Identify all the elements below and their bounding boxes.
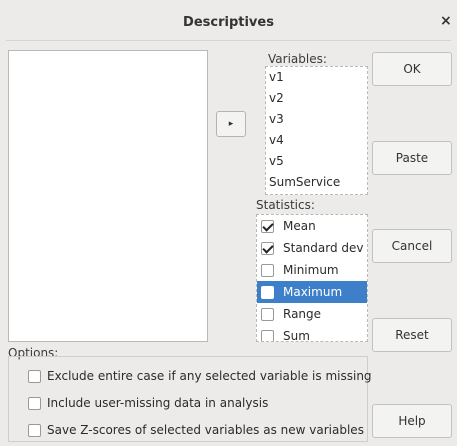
include-user-missing-checkbox[interactable] <box>28 396 41 410</box>
option-exclude-entire-case[interactable]: Exclude entire case if any selected vari… <box>28 369 372 383</box>
statistic-label: Sum <box>283 329 310 342</box>
variable-item-v4[interactable]: v4 <box>266 130 367 151</box>
sum-checkbox[interactable] <box>261 329 274 341</box>
variables-list[interactable]: v1 v2 v3 v4 v5 SumService <box>265 66 368 195</box>
variable-item-v2[interactable]: v2 <box>266 88 367 109</box>
move-to-variables-button[interactable]: ▸ <box>216 111 246 137</box>
title-separator <box>6 40 451 41</box>
variable-item-v1[interactable]: v1 <box>266 67 367 88</box>
statistic-item-minimum[interactable]: Minimum <box>257 259 367 281</box>
option-include-user-missing[interactable]: Include user-missing data in analysis <box>28 396 268 410</box>
reset-button[interactable]: Reset <box>372 318 452 352</box>
save-z-scores-checkbox[interactable] <box>28 423 41 437</box>
arrow-right-icon: ▸ <box>228 119 234 129</box>
statistic-item-range[interactable]: Range <box>257 303 367 325</box>
range-checkbox[interactable] <box>261 307 274 321</box>
statistic-item-maximum[interactable]: Maximum <box>257 281 367 303</box>
statistic-label: Maximum <box>283 285 343 299</box>
help-button[interactable]: Help <box>372 404 452 438</box>
cancel-button[interactable]: Cancel <box>372 229 452 263</box>
variable-item-v3[interactable]: v3 <box>266 109 367 130</box>
variable-item-sumservice[interactable]: SumService <box>266 172 367 193</box>
exclude-entire-case-checkbox[interactable] <box>28 369 41 383</box>
statistic-label: Mean <box>283 219 316 233</box>
variable-item-v5[interactable]: v5 <box>266 151 367 172</box>
ok-button[interactable]: OK <box>372 52 452 86</box>
option-label: Include user-missing data in analysis <box>47 396 269 410</box>
mean-checkbox[interactable] <box>261 219 274 233</box>
close-icon[interactable]: × <box>440 13 452 29</box>
statistic-label: Minimum <box>283 263 339 277</box>
option-save-z-scores[interactable]: Save Z-scores of selected variables as n… <box>28 423 364 437</box>
maximum-checkbox[interactable] <box>261 285 274 299</box>
statistics-label: Statistics: <box>256 198 315 212</box>
option-label: Save Z-scores of selected variables as n… <box>47 423 364 437</box>
variables-label: Variables: <box>268 52 327 66</box>
option-label: Exclude entire case if any selected vari… <box>47 369 372 383</box>
paste-button[interactable]: Paste <box>372 141 452 175</box>
statistic-item-mean[interactable]: Mean <box>257 215 367 237</box>
minimum-checkbox[interactable] <box>261 263 274 277</box>
statistic-item-standard-deviation[interactable]: Standard dev <box>257 237 367 259</box>
statistic-label: Standard dev <box>283 241 364 255</box>
standard-deviation-checkbox[interactable] <box>261 241 274 255</box>
dialog-title: Descriptives <box>183 15 274 30</box>
statistic-item-sum[interactable]: Sum <box>257 325 367 342</box>
source-variable-list[interactable] <box>8 50 208 342</box>
statistics-list[interactable]: Mean Standard dev Minimum Maximum Range … <box>256 214 368 342</box>
statistic-label: Range <box>283 307 322 321</box>
